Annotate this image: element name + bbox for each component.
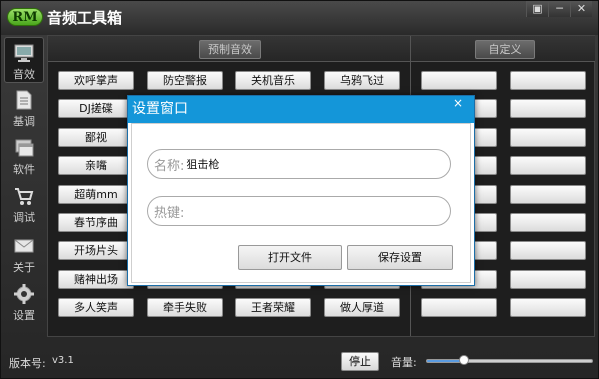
- sidebar-label: 设置: [13, 309, 35, 322]
- sound-button[interactable]: 多人笑声: [58, 298, 134, 317]
- version-value: v3.1: [52, 355, 74, 366]
- custom-sound-button[interactable]: [510, 213, 586, 232]
- custom-sound-button[interactable]: [510, 185, 586, 204]
- app-logo: RM: [7, 8, 43, 26]
- close-window-button[interactable]: ✕: [570, 1, 592, 17]
- sound-button[interactable]: 春节序曲: [58, 213, 134, 232]
- sidebar-item-software[interactable]: 软件: [4, 133, 44, 179]
- volume-slider[interactable]: [426, 355, 593, 365]
- monitor-icon: [14, 44, 34, 62]
- sound-button[interactable]: 鄙视: [58, 128, 134, 147]
- dialog-title: 设置窗口: [128, 96, 474, 123]
- sidebar: 音效 基调 软件 调试 关于 设置: [1, 35, 47, 335]
- preset-sounds-button[interactable]: 预制音效: [199, 40, 261, 59]
- custom-sound-button[interactable]: [510, 270, 586, 289]
- custom-sound-button[interactable]: [421, 298, 497, 317]
- title-bar: RM 音频工具箱 ▣ ─ ✕: [1, 1, 598, 35]
- window-controls: ▣ ─ ✕: [526, 1, 592, 17]
- open-file-button[interactable]: 打开文件: [238, 245, 342, 270]
- mail-icon: [14, 239, 34, 253]
- version-label: 版本号:: [9, 357, 46, 370]
- name-label: 名称:: [154, 158, 185, 174]
- sound-button[interactable]: 牵手失败: [147, 298, 223, 317]
- save-settings-button[interactable]: 保存设置: [347, 245, 453, 270]
- sound-button[interactable]: DJ搓碟: [58, 99, 134, 118]
- custom-sound-button[interactable]: [510, 156, 586, 175]
- hotkey-label: 热键:: [154, 205, 185, 221]
- minimize-button[interactable]: ─: [548, 1, 570, 17]
- app-title: 音频工具箱: [47, 9, 123, 27]
- stop-button[interactable]: 停止: [341, 352, 379, 371]
- sound-button[interactable]: 赌神出场: [58, 270, 134, 289]
- hotkey-field[interactable]: 热键:: [147, 196, 451, 226]
- sidebar-label: 音效: [13, 68, 35, 81]
- app-window: RM 音频工具箱 ▣ ─ ✕ 音效 基调 软件 调试 关于 设置 预制音效 自定…: [0, 0, 599, 379]
- sound-button[interactable]: 开场片头: [58, 241, 134, 260]
- sidebar-item-debug[interactable]: 调试: [4, 181, 44, 227]
- name-value: 狙击枪: [186, 158, 220, 171]
- dialog-close-button[interactable]: ×: [450, 96, 466, 110]
- sound-button[interactable]: 防空警报: [147, 71, 223, 90]
- custom-sound-button[interactable]: [510, 128, 586, 147]
- custom-button[interactable]: 自定义: [475, 40, 535, 59]
- document-icon: [16, 90, 32, 110]
- volume-label: 音量:: [391, 356, 417, 369]
- sound-button[interactable]: 关机音乐: [235, 71, 311, 90]
- name-field[interactable]: 名称: 狙击枪: [147, 149, 451, 179]
- custom-section-header: 自定义: [411, 36, 595, 62]
- sound-button[interactable]: 欢呼掌声: [58, 71, 134, 90]
- gear-icon: [14, 284, 34, 304]
- sound-button[interactable]: 做人厚道: [324, 298, 400, 317]
- sidebar-item-about[interactable]: 关于: [4, 231, 44, 277]
- window-stack-icon: [15, 139, 34, 157]
- sound-button[interactable]: 乌鸦飞过: [324, 71, 400, 90]
- custom-sound-button[interactable]: [421, 71, 497, 90]
- custom-sound-button[interactable]: [510, 298, 586, 317]
- volume-thumb[interactable]: [458, 355, 469, 365]
- status-bar: 版本号: v3.1 停止 音量:: [1, 339, 598, 379]
- settings-dialog: 设置窗口 × 名称: 狙击枪 热键: 打开文件 保存设置: [127, 95, 475, 286]
- sound-button[interactable]: 超萌mm: [58, 185, 134, 204]
- sidebar-label: 关于: [13, 261, 35, 274]
- sound-button[interactable]: 亲嘴: [58, 156, 134, 175]
- sidebar-label: 基调: [13, 115, 35, 128]
- sidebar-item-settings[interactable]: 设置: [4, 279, 44, 325]
- preset-section-header: 预制音效: [48, 36, 410, 62]
- sound-button[interactable]: 王者荣耀: [235, 298, 311, 317]
- sidebar-label: 软件: [13, 163, 35, 176]
- custom-sound-button[interactable]: [510, 99, 586, 118]
- custom-sound-button[interactable]: [510, 241, 586, 260]
- cart-icon: [15, 188, 34, 205]
- sidebar-item-tone[interactable]: 基调: [4, 85, 44, 131]
- menu-window-button[interactable]: ▣: [526, 1, 548, 17]
- sidebar-label: 调试: [13, 211, 35, 224]
- custom-sound-button[interactable]: [510, 71, 586, 90]
- sidebar-item-sound-effects[interactable]: 音效: [4, 37, 44, 83]
